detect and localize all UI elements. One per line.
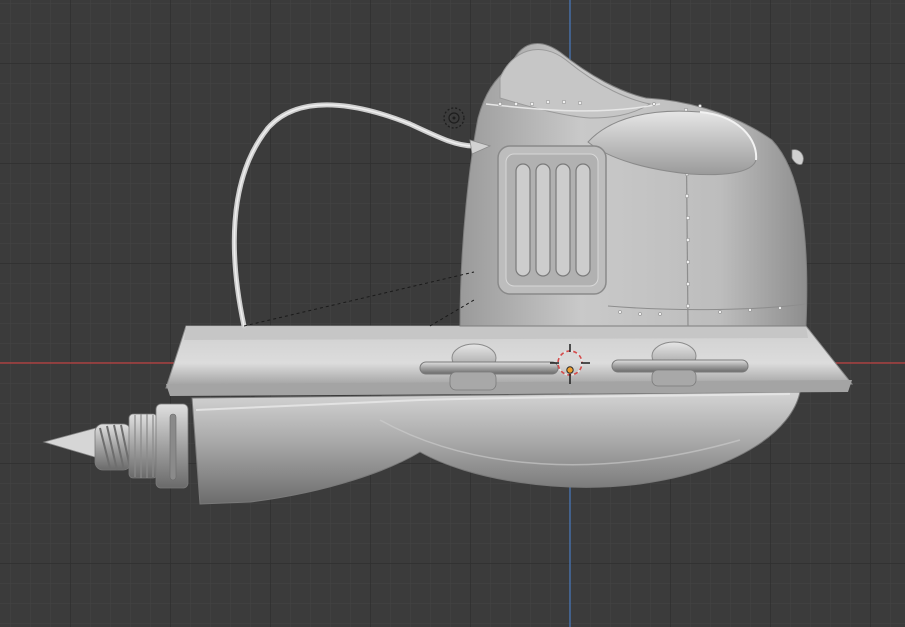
object-origin-icon[interactable] [566,366,574,374]
nose-mount-slot [169,413,177,481]
3d-viewport[interactable] [0,0,905,627]
rim-top-band [184,326,808,340]
